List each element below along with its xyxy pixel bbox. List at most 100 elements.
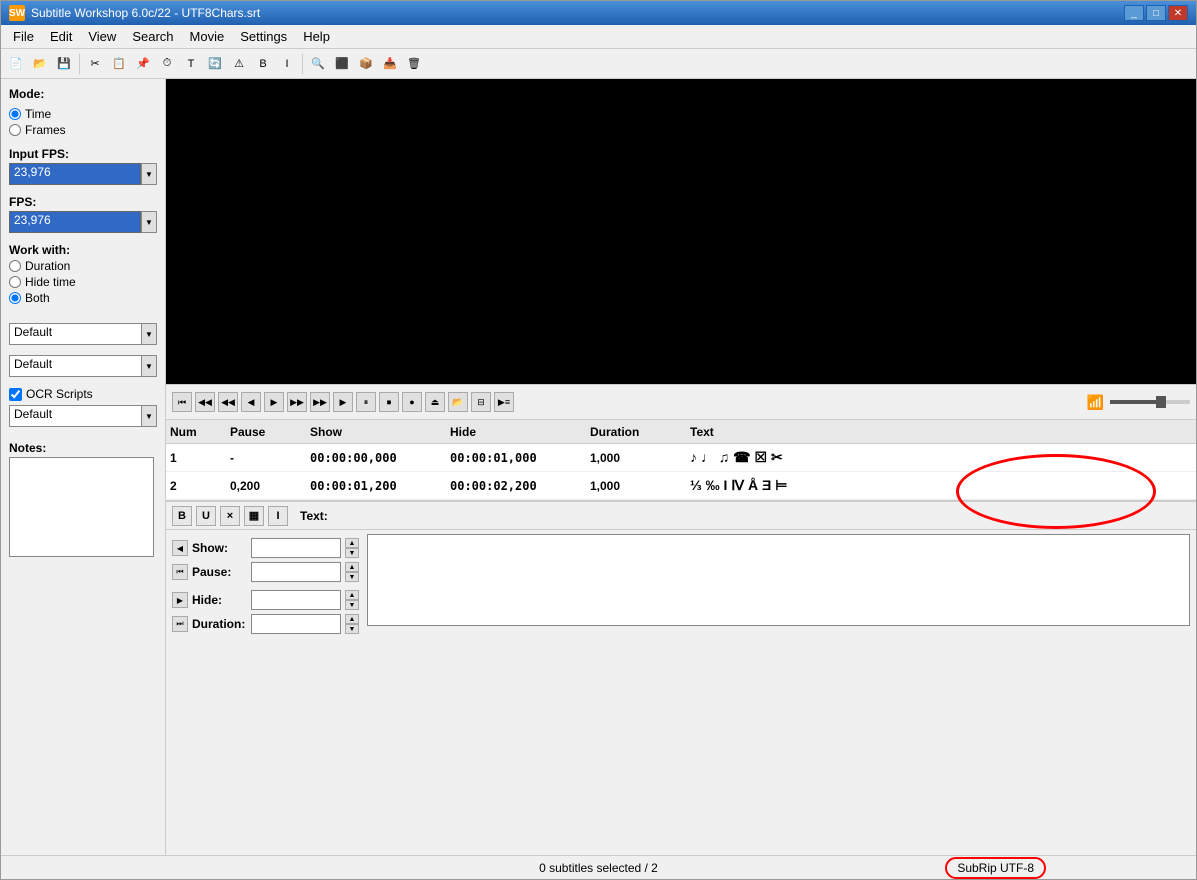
menu-view[interactable]: View <box>80 26 124 47</box>
toolbar-sep-2 <box>302 54 303 74</box>
save-button[interactable]: 💾 <box>53 53 75 75</box>
default1-value[interactable]: Default <box>9 323 141 345</box>
menu-help[interactable]: Help <box>295 26 338 47</box>
bottom-panel: B U × ▦ I Text: ◀ Show: <box>166 501 1196 631</box>
menu-file[interactable]: File <box>5 26 42 47</box>
work-with-section: Work with: Duration Hide time Both <box>9 243 157 311</box>
fps-value[interactable]: 23,976 <box>9 211 141 233</box>
fps-arrow[interactable]: ▼ <box>141 211 157 233</box>
hide-input[interactable] <box>251 590 341 610</box>
text-textarea[interactable] <box>367 534 1190 626</box>
window-title: Subtitle Workshop 6.0c/22 - UTF8Chars.sr… <box>31 6 260 20</box>
ocr-section: OCR Scripts Default ▼ <box>9 387 157 427</box>
show-spin-up[interactable]: ▲ <box>345 538 359 548</box>
open-file-button[interactable]: 📂 <box>448 392 468 412</box>
duration-btn[interactable]: ⏭ <box>172 616 188 632</box>
tool13[interactable]: 📥 <box>379 53 401 75</box>
open-button[interactable]: 📂 <box>29 53 51 75</box>
pause-back-button[interactable]: ⏮ <box>172 564 188 580</box>
tool10[interactable]: 🔍 <box>307 53 329 75</box>
time-radio[interactable] <box>9 108 21 120</box>
row2-duration: 1,000 <box>590 479 690 493</box>
playlist-button[interactable]: ▶≡ <box>494 392 514 412</box>
table-row[interactable]: 1 - 00:00:00,000 00:00:01,000 1,000 ♪ ♩ … <box>166 444 1196 472</box>
input-fps-value[interactable]: 23,976 <box>9 163 141 185</box>
tool8[interactable]: B <box>252 53 274 75</box>
tool11[interactable]: ⬛ <box>331 53 353 75</box>
pause-input[interactable] <box>251 562 341 582</box>
minus-button[interactable]: ⊟ <box>471 392 491 412</box>
step-back-button[interactable]: ◀ <box>241 392 261 412</box>
hidetime-radio[interactable] <box>9 276 21 288</box>
volume-section: 📶 <box>1087 394 1190 411</box>
clear-format-button[interactable]: × <box>220 506 240 526</box>
default1-arrow[interactable]: ▼ <box>141 323 157 345</box>
menu-settings[interactable]: Settings <box>232 26 295 47</box>
default2-arrow[interactable]: ▼ <box>141 355 157 377</box>
eject-button[interactable]: ⏏ <box>425 392 445 412</box>
tool1[interactable]: ✂ <box>84 53 106 75</box>
show-spin-down[interactable]: ▼ <box>345 548 359 558</box>
tool12[interactable]: 📦 <box>355 53 377 75</box>
ocr-checkbox[interactable] <box>9 388 22 401</box>
minimize-button[interactable]: _ <box>1124 5 1144 21</box>
input-fps-arrow[interactable]: ▼ <box>141 163 157 185</box>
bold-button[interactable]: B <box>172 506 192 526</box>
close-button[interactable]: ✕ <box>1168 5 1188 21</box>
hide-label: Hide: <box>192 593 247 607</box>
hide-fwd-button[interactable]: ▶ <box>172 592 188 608</box>
underline-button[interactable]: U <box>196 506 216 526</box>
duration-spin-up[interactable]: ▲ <box>345 614 359 624</box>
pause-spin-down[interactable]: ▼ <box>345 572 359 582</box>
new-button[interactable]: 📄 <box>5 53 27 75</box>
italic-button[interactable]: I <box>268 506 288 526</box>
duration-radio[interactable] <box>9 260 21 272</box>
maximize-button[interactable]: □ <box>1146 5 1166 21</box>
ocr-value[interactable]: Default <box>9 405 141 427</box>
hide-spin-down[interactable]: ▼ <box>345 600 359 610</box>
input-fps-label: Input FPS: <box>9 147 157 161</box>
pause-spin-up[interactable]: ▲ <box>345 562 359 572</box>
menu-edit[interactable]: Edit <box>42 26 80 47</box>
rewind-button[interactable]: ◀◀ <box>195 392 215 412</box>
volume-slider[interactable] <box>1110 400 1190 404</box>
duration-spin-down[interactable]: ▼ <box>345 624 359 634</box>
row2-hide: 00:00:02,200 <box>450 479 590 493</box>
record-button[interactable]: ● <box>402 392 422 412</box>
show-back-button[interactable]: ◀ <box>172 540 188 556</box>
menu-search[interactable]: Search <box>124 26 181 47</box>
menu-bar: File Edit View Search Movie Settings Hel… <box>1 25 1196 49</box>
pause-button[interactable]: ⏸ <box>356 392 376 412</box>
text-edit-area <box>367 534 1190 626</box>
hide-spin-up[interactable]: ▲ <box>345 590 359 600</box>
play-button[interactable]: ▶ <box>333 392 353 412</box>
menu-movie[interactable]: Movie <box>182 26 233 47</box>
tool4[interactable]: ⏱ <box>156 53 178 75</box>
tool6[interactable]: 🔄 <box>204 53 226 75</box>
notes-area[interactable] <box>9 457 154 557</box>
stop-button[interactable]: ⏹ <box>379 392 399 412</box>
frames-radio[interactable] <box>9 124 21 136</box>
duration-input[interactable] <box>251 614 341 634</box>
subtitle-list: Num Pause Show Hide Duration Text 1 - 00… <box>166 420 1196 501</box>
tool5[interactable]: T <box>180 53 202 75</box>
table-button[interactable]: ▦ <box>244 506 264 526</box>
time-fields-left: ◀ Show: ▲ ▼ ⏮ Pause: <box>172 534 359 626</box>
tool14[interactable]: 🗑 <box>403 53 425 75</box>
table-row[interactable]: 2 0,200 00:00:01,200 00:00:02,200 1,000 … <box>166 472 1196 500</box>
work-with-radio-group: Duration Hide time Both <box>9 259 157 305</box>
both-radio[interactable] <box>9 292 21 304</box>
fast-rewind-button[interactable]: ◀◀ <box>218 392 238 412</box>
default2-value[interactable]: Default <box>9 355 141 377</box>
tool7[interactable]: ⚠ <box>228 53 250 75</box>
tool3[interactable]: 📌 <box>132 53 154 75</box>
fwd-button[interactable]: ▶▶ <box>310 392 330 412</box>
tool9[interactable]: I <box>276 53 298 75</box>
fast-fwd-button[interactable]: ▶▶ <box>287 392 307 412</box>
step-fwd-button[interactable]: ▶ <box>264 392 284 412</box>
tool2[interactable]: 📋 <box>108 53 130 75</box>
right-panel: ⏮ ◀◀ ◀◀ ◀ ▶ ▶▶ ▶▶ ▶ ⏸ ⏹ ● ⏏ 📂 ⊟ ▶≡ 📶 <box>166 79 1196 855</box>
ocr-arrow[interactable]: ▼ <box>141 405 157 427</box>
show-input[interactable] <box>251 538 341 558</box>
skip-back-button[interactable]: ⏮ <box>172 392 192 412</box>
